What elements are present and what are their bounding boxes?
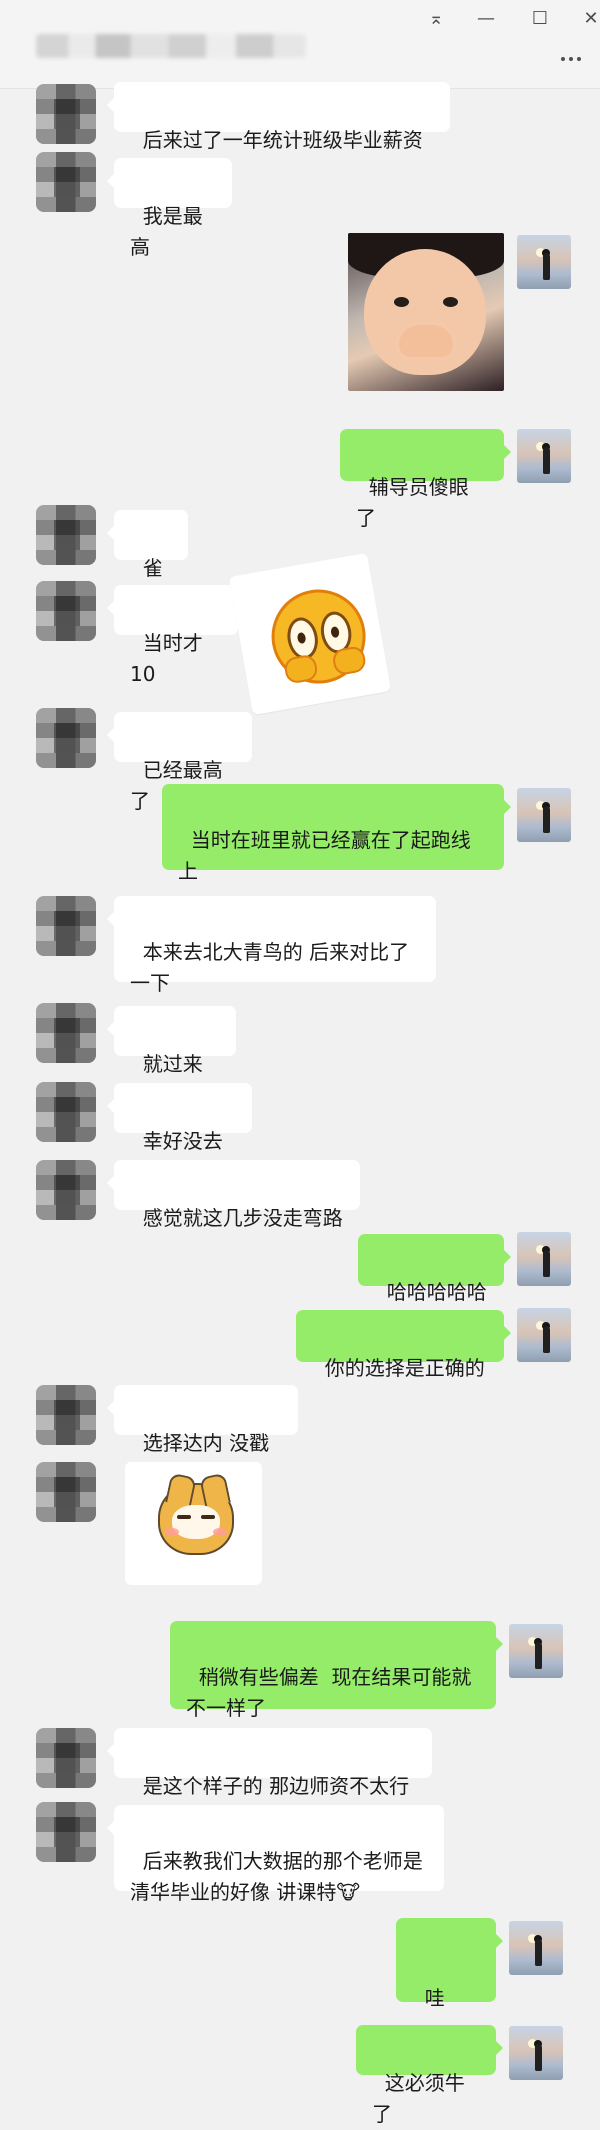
message-bubble: 是这个样子的 那边师资不太行 — [107, 1728, 432, 1798]
message-bubble: 这必须牛了 — [356, 2025, 503, 2126]
dog-face — [172, 1505, 220, 1539]
avatar[interactable] — [517, 1232, 571, 1286]
person-silhouette — [543, 447, 550, 474]
avatar[interactable] — [36, 1728, 96, 1788]
message-text: 幸好没去 — [142, 1129, 223, 1153]
message-bubble: 当时才10 — [107, 585, 238, 686]
avatar[interactable] — [36, 1160, 96, 1220]
avatar[interactable] — [517, 429, 571, 483]
avatar[interactable] — [36, 84, 96, 144]
avatar[interactable] — [36, 1385, 96, 1445]
more-options-button[interactable] — [554, 43, 588, 67]
close-icon[interactable]: ✕ — [573, 3, 600, 33]
person-silhouette — [543, 1250, 550, 1277]
avatar[interactable] — [517, 1308, 571, 1362]
avatar[interactable] — [36, 581, 96, 641]
avatar[interactable] — [509, 2026, 563, 2080]
avatar[interactable] — [517, 235, 571, 289]
photo-message[interactable] — [348, 233, 504, 391]
avatar[interactable] — [36, 1003, 96, 1063]
pin-icon[interactable]: ⌅ — [418, 3, 454, 33]
message-bubble: 辅导员傻眼了 — [340, 429, 511, 530]
person-silhouette — [543, 1326, 550, 1353]
avatar[interactable] — [36, 1082, 96, 1142]
message-text: 后来过了一年统计班级毕业薪资 — [142, 128, 423, 152]
message-text: 辅导员傻眼了 — [356, 475, 469, 530]
minimize-icon[interactable]: — — [468, 3, 504, 33]
smirking-dog-icon — [158, 1472, 234, 1555]
photo-hand — [395, 321, 457, 361]
person-silhouette — [535, 1939, 542, 1966]
dog-ear-right — [199, 1472, 231, 1508]
dog-blush-left — [165, 1528, 179, 1536]
message-text: 我是最高 — [130, 204, 203, 259]
message-text: 本来去北大青鸟的 后来对比了 一下 — [130, 940, 410, 995]
message-text: 后来教我们大数据的那个老师是 清华毕业的好像 讲课特🐮 — [130, 1849, 423, 1904]
message-text: 稍微有些偏差 现在结果可能就 不一样了 — [186, 1665, 472, 1720]
photo-eye-right — [443, 297, 458, 307]
message-text: 感觉就这几步没走弯路 — [142, 1206, 343, 1230]
emoji-pupil-left — [296, 631, 307, 645]
person-silhouette — [543, 806, 550, 833]
message-bubble: 雀实 — [107, 510, 188, 611]
message-bubble: 就过来了 — [107, 1006, 236, 1107]
window-titlebar: ⌅ — ☐ ✕ — [0, 0, 600, 89]
avatar[interactable] — [36, 896, 96, 956]
emoji-pupil-right — [330, 626, 340, 639]
avatar[interactable] — [36, 1462, 96, 1522]
message-text: 当时才10 — [130, 631, 203, 686]
avatar[interactable] — [36, 152, 96, 212]
message-bubble: 本来去北大青鸟的 后来对比了 一下 — [107, 896, 436, 995]
avatar[interactable] — [517, 788, 571, 842]
shocked-emoji-icon — [264, 582, 374, 691]
message-bubble: 哈哈哈哈哈 — [358, 1234, 511, 1304]
avatar[interactable] — [509, 1921, 563, 1975]
message-text: 哈哈哈哈哈 — [386, 1280, 487, 1304]
chat-title-blurred — [36, 34, 306, 58]
message-bubble: 稍微有些偏差 现在结果可能就 不一样了 — [170, 1621, 503, 1720]
person-silhouette — [535, 1642, 542, 1669]
avatar[interactable] — [36, 708, 96, 768]
message-text: 是这个样子的 那边师资不太行 — [142, 1774, 410, 1798]
message-bubble: 你的选择是正确的 — [296, 1310, 511, 1380]
message-text: 这必须牛了 — [372, 2071, 465, 2126]
message-text: 当时在班里就已经赢在了起跑线 上 — [178, 828, 471, 883]
message-bubble: 选择达内 没戳的 — [107, 1385, 298, 1486]
dog-eye-left — [177, 1515, 191, 1519]
person-silhouette — [535, 2044, 542, 2071]
message-bubble: 哇~~~ — [396, 1918, 503, 2041]
more-icon — [559, 46, 583, 65]
message-bubble: 当时在班里就已经赢在了起跑线 上 — [162, 784, 511, 883]
message-text: 你的选择是正确的 — [324, 1356, 485, 1380]
dog-blush-right — [213, 1528, 227, 1536]
message-bubble: 已经最高了 — [107, 712, 252, 813]
avatar[interactable] — [36, 1802, 96, 1862]
emoji-sticker[interactable] — [125, 1462, 262, 1585]
dog-ear-left — [165, 1472, 197, 1508]
emoji-hand-left — [282, 653, 319, 685]
person-silhouette — [543, 253, 550, 280]
message-bubble: 我是最高 — [107, 158, 232, 259]
dog-eye-right — [201, 1515, 215, 1519]
maximize-icon[interactable]: ☐ — [522, 3, 558, 33]
message-bubble: 后来过了一年统计班级毕业薪资 — [107, 82, 450, 152]
avatar[interactable] — [36, 505, 96, 565]
message-bubble: 后来教我们大数据的那个老师是 清华毕业的好像 讲课特🐮 — [107, 1805, 444, 1904]
avatar[interactable] — [509, 1624, 563, 1678]
message-bubble: 幸好没去 — [107, 1083, 252, 1153]
emoji-sticker[interactable] — [228, 552, 392, 716]
photo-eye-left — [394, 297, 409, 307]
message-bubble: 感觉就这几步没走弯路 — [107, 1160, 360, 1230]
